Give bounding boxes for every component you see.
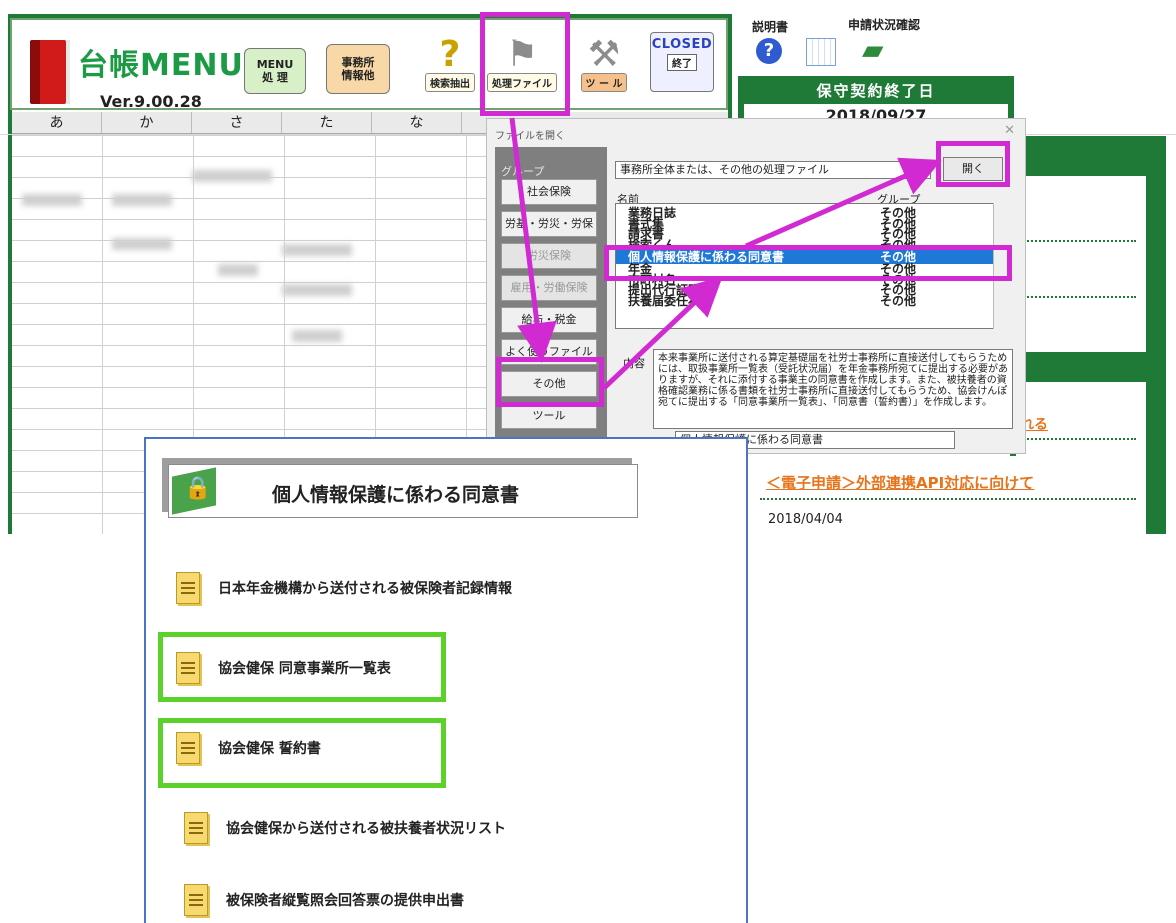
manual-label: 説明書 <box>752 20 789 34</box>
list-item[interactable]: 業務日誌 その他 <box>616 207 1008 219</box>
office-info-button[interactable]: 事務所 情報他 <box>326 44 390 94</box>
consent-header: 🔒 個人情報保護に係わる同意書 <box>158 452 638 518</box>
blurred-cell <box>22 194 82 206</box>
kana-tab-sa[interactable]: さ <box>192 112 282 133</box>
blurred-cell <box>192 170 272 182</box>
magnifier-question-icon: ? <box>439 34 461 75</box>
lock-icon: 🔒 <box>184 476 212 501</box>
document-item[interactable]: 日本年金機構から送付される被保険者記録情報 <box>176 568 512 608</box>
calendar-icon[interactable] <box>806 38 836 66</box>
document-icon <box>184 812 208 844</box>
highlight-open-button <box>936 141 1010 187</box>
kana-tab-na[interactable]: な <box>372 112 462 133</box>
highlight-selected-row <box>604 245 1012 281</box>
blurred-cell <box>282 244 352 256</box>
close-app-button[interactable]: CLOSED 終了 <box>650 32 714 92</box>
dotted-separator <box>1020 438 1136 440</box>
highlight-pledge <box>158 718 446 788</box>
kana-tab-ka[interactable]: か <box>102 112 192 133</box>
blurred-cell <box>112 238 172 250</box>
dotted-separator <box>1020 240 1136 242</box>
dialog-title: ファイルを開く <box>495 131 565 142</box>
search-extract-label: 検索抽出 <box>425 73 475 92</box>
document-icon <box>176 572 200 604</box>
news-section-bar <box>1016 352 1146 382</box>
kana-tab-a[interactable]: あ <box>12 112 102 133</box>
file-category-combo[interactable]: 事務所全体または、その他の処理ファイル <box>615 161 931 179</box>
menu-process-button[interactable]: MENU 処 理 <box>244 48 306 94</box>
list-item[interactable]: 扶養届委任状 その他 <box>616 295 1008 307</box>
blurred-cell <box>218 264 258 276</box>
ledger-book-icon <box>30 40 70 104</box>
document-item[interactable]: 協会健保から送付される被扶養者状況リスト <box>184 808 506 848</box>
list-item[interactable]: 書式集 その他 <box>616 218 1008 230</box>
help-icon[interactable]: ? <box>756 38 782 64</box>
tool-button[interactable]: ⚒ ツ ー ル <box>568 26 640 96</box>
blurred-cell <box>292 330 342 342</box>
dotted-separator <box>760 498 1136 500</box>
app-version: Ver.9.00.28 <box>100 92 202 111</box>
document-label: 日本年金機構から送付される被保険者記録情報 <box>218 581 512 597</box>
blurred-cell <box>112 194 172 206</box>
group-button-labor[interactable]: 労基・労災・労保 <box>501 211 597 237</box>
search-extract-button[interactable]: ? 検索抽出 <box>414 26 486 96</box>
document-label: 協会健保から送付される被扶養者状況リスト <box>226 821 506 837</box>
content-description: 本来事業所に送付される算定基礎届を社労士事務所に直接送付してもらうためには、取扱… <box>653 349 1013 429</box>
application-status-label: 申請状況確認 <box>848 18 921 32</box>
contract-end-title: 保守契約終了日 <box>816 82 936 100</box>
kana-tab-ta[interactable]: た <box>282 112 372 133</box>
close-icon[interactable]: ✕ <box>1004 123 1015 138</box>
group-button-accident-insurance[interactable]: 労災保険 <box>501 243 597 269</box>
group-label: グループ <box>501 165 545 178</box>
document-item[interactable]: 被保険者縦覧照会回答票の提供申出書 <box>184 880 464 920</box>
status-check-icon[interactable]: ▰ <box>862 34 894 66</box>
document-icon <box>184 884 208 916</box>
dotted-separator <box>1020 296 1136 298</box>
closed-label: CLOSED <box>651 37 713 52</box>
news-link-api[interactable]: ＜電子申請＞外部連携API対応に向けて <box>766 472 1034 493</box>
highlight-process-file <box>480 12 570 116</box>
highlight-other-button <box>496 357 604 407</box>
highlight-consent-list <box>158 632 446 702</box>
news-date: 2018/04/04 <box>768 512 843 527</box>
app-logo-title: 台帳MENU <box>78 48 244 83</box>
group-button-employment-insurance[interactable]: 雇用・労働保険 <box>501 275 597 301</box>
content-label: 内容 <box>623 357 645 370</box>
person-tool-icon: ⚒ <box>587 34 621 75</box>
document-label: 被保険者縦覧照会回答票の提供申出書 <box>226 893 464 909</box>
tool-label: ツ ー ル <box>580 73 628 92</box>
blurred-cell <box>282 284 352 296</box>
exit-label: 終了 <box>667 54 697 71</box>
group-button-salary-tax[interactable]: 給与・税金 <box>501 307 597 333</box>
consent-title: 個人情報保護に係わる同意書 <box>272 484 520 506</box>
group-button-social-insurance[interactable]: 社会保険 <box>501 179 597 205</box>
